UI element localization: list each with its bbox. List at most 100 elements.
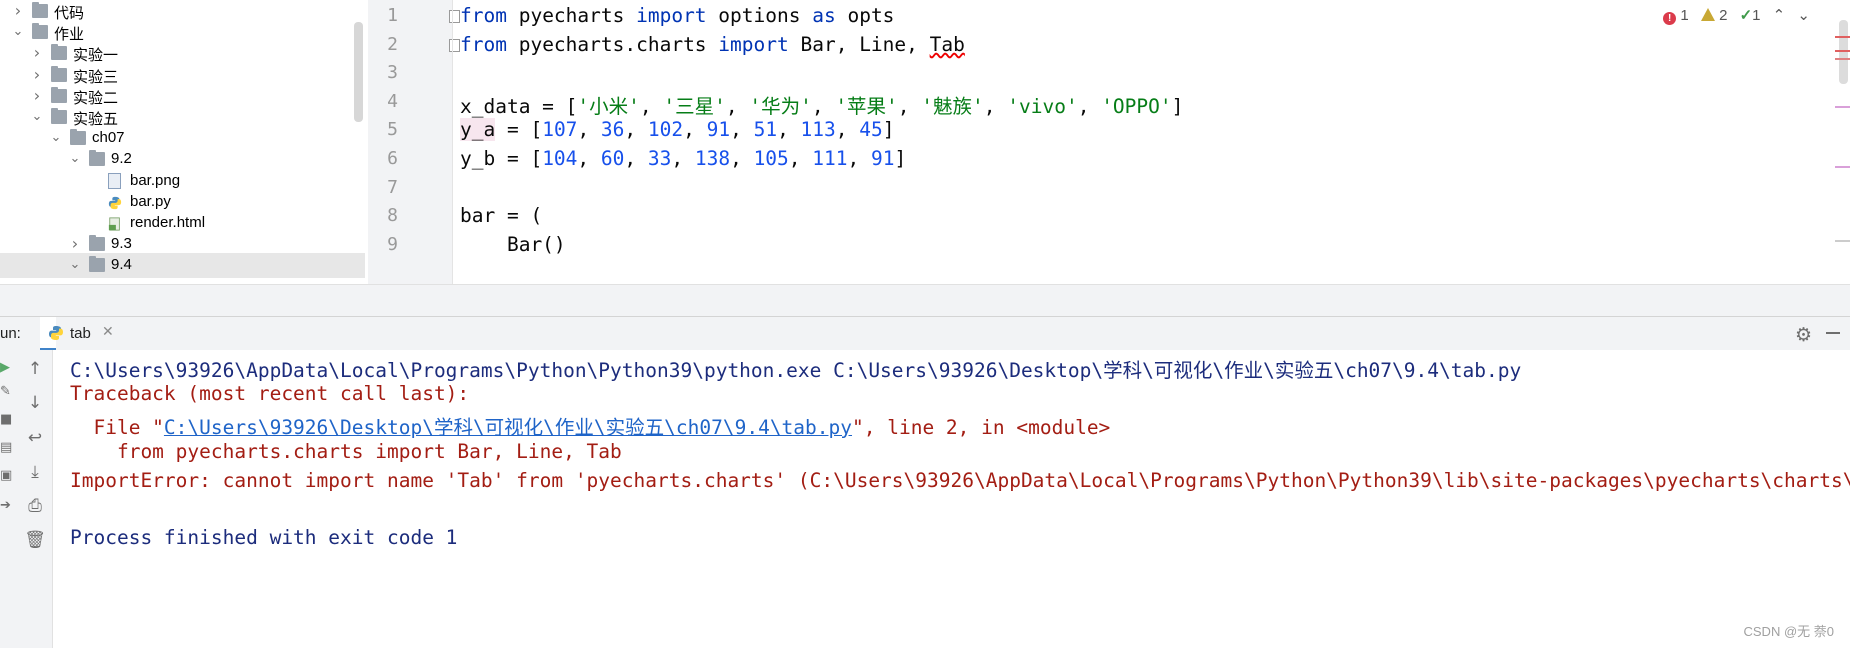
- error-count: 1: [1680, 7, 1689, 24]
- folder-icon: [51, 65, 67, 82]
- console-text: ", line 2, in <module>: [852, 416, 1111, 439]
- error-stripe[interactable]: [1835, 50, 1850, 52]
- tree-item-label: 9.2: [111, 150, 132, 168]
- chevron-right-icon[interactable]: ›: [69, 236, 81, 252]
- folder-icon: [32, 2, 48, 18]
- arrow-up-icon[interactable]: ↑: [24, 358, 46, 380]
- inspection-widget[interactable]: ! 1 2 ✓1 ⌃ ⌄: [1655, 6, 1810, 25]
- trash-icon[interactable]: 🗑: [24, 529, 46, 551]
- chevron-down-icon[interactable]: ⌄: [1797, 6, 1810, 24]
- tree-item[interactable]: ⌄ 9.4: [0, 253, 365, 279]
- string-token: 'vivo': [1007, 95, 1078, 118]
- code-token: y_b = [: [460, 147, 543, 170]
- tree-item-label: 9.4: [111, 256, 132, 274]
- editor-scrollbar[interactable]: [1839, 20, 1848, 84]
- usage-stripe[interactable]: [1835, 166, 1850, 168]
- folder-icon: [51, 86, 67, 103]
- usage-stripe[interactable]: [1835, 240, 1850, 242]
- panel-splitter[interactable]: [0, 284, 1850, 317]
- ok-count: 1: [1752, 7, 1761, 24]
- chevron-right-icon[interactable]: ›: [31, 87, 43, 103]
- chevron-down-icon[interactable]: ⌄: [50, 131, 62, 144]
- code-token: pyecharts: [506, 4, 637, 27]
- code-token: = [: [495, 118, 543, 141]
- error-icon: !: [1663, 12, 1677, 25]
- chevron-down-icon[interactable]: ⌄: [69, 258, 81, 271]
- rerun-icon[interactable]: ▶: [0, 360, 10, 378]
- number-token: 104: [542, 147, 578, 170]
- chevron-down-icon[interactable]: ⌄: [69, 152, 81, 165]
- folder-icon: [89, 235, 105, 252]
- pin-icon[interactable]: ▣: [0, 468, 12, 486]
- chevron-right-icon[interactable]: ›: [31, 66, 43, 82]
- code-token: ,: [639, 95, 664, 118]
- number-token: 113: [800, 118, 836, 141]
- number-token: 111: [812, 147, 848, 170]
- code-token: ]: [1171, 95, 1184, 118]
- code-token: from: [460, 33, 507, 56]
- tree-item-label: ch07: [92, 129, 125, 147]
- code-token: ,: [624, 118, 648, 141]
- code-token: ]: [894, 147, 907, 170]
- console-text: File ": [70, 416, 164, 439]
- print-icon[interactable]: ⎙: [24, 495, 46, 517]
- console-file-link[interactable]: C:\Users\93926\Desktop\学科\可视化\作业\实验五\ch0…: [164, 416, 852, 439]
- run-tab-tab[interactable]: tab ✕: [40, 317, 114, 351]
- code-token: ,: [725, 95, 750, 118]
- tree-scrollbar[interactable]: [354, 22, 363, 122]
- line-number: 9: [387, 234, 398, 255]
- chevron-up-icon[interactable]: ⌃: [1773, 6, 1786, 24]
- number-token: 102: [647, 118, 684, 141]
- code-token: Bar(): [460, 233, 566, 256]
- exit-icon[interactable]: ➔: [0, 498, 11, 516]
- arrow-down-icon[interactable]: ↓: [24, 392, 46, 414]
- code-token: options: [706, 4, 813, 27]
- code-token: import: [636, 4, 707, 27]
- chevron-down-icon[interactable]: ⌄: [12, 25, 24, 38]
- layout-icon[interactable]: ▤: [0, 440, 12, 458]
- soft-wrap-icon[interactable]: ↩: [24, 427, 46, 449]
- gear-icon[interactable]: ⚙: [1795, 324, 1812, 346]
- minimize-icon[interactable]: [1826, 332, 1840, 334]
- error-stripe[interactable]: [1835, 58, 1850, 60]
- stop-icon[interactable]: ■: [0, 412, 12, 430]
- warning-count: 2: [1719, 7, 1728, 24]
- number-token: 60: [600, 147, 625, 170]
- string-token: '三星': [663, 95, 726, 118]
- edit-config-icon[interactable]: ✎: [0, 384, 11, 402]
- code-token: ]: [882, 118, 895, 141]
- code-token: import: [718, 33, 789, 56]
- code-line-2: from pyecharts.charts import Bar, Line, …: [460, 33, 965, 56]
- unresolved-import-token[interactable]: Tab: [930, 33, 965, 56]
- scroll-to-end-icon[interactable]: ⤓: [24, 461, 46, 483]
- code-token: ,: [777, 118, 801, 141]
- code-token: ,: [577, 147, 601, 170]
- code-token: ,: [897, 95, 922, 118]
- code-token: ,: [847, 147, 871, 170]
- string-token: 'OPPO': [1101, 95, 1172, 118]
- chevron-down-icon[interactable]: ⌄: [31, 110, 43, 123]
- image-file-icon: [108, 172, 121, 189]
- chevron-right-icon[interactable]: ›: [12, 3, 24, 19]
- code-token: x_data = [: [460, 95, 578, 118]
- close-icon[interactable]: ✕: [102, 324, 114, 340]
- tree-item-label: 9.3: [111, 235, 132, 253]
- code-token: ,: [730, 118, 754, 141]
- check-icon: ✓: [1739, 7, 1753, 24]
- code-token: pyecharts.charts: [506, 33, 719, 56]
- usage-stripe[interactable]: [1835, 106, 1850, 108]
- console-output[interactable]: C:\Users\93926\AppData\Local\Programs\Py…: [53, 350, 1850, 648]
- folder-icon: [89, 256, 105, 273]
- watermark: CSDN @无 萘0: [1743, 624, 1835, 639]
- folder-icon: [51, 44, 67, 61]
- code-editor[interactable]: 1 2 3 4 5 6 7 8 9 from pyecharts import …: [368, 0, 1850, 284]
- fold-marker-icon[interactable]: [449, 39, 460, 52]
- console-file-line: File "C:\Users\93926\Desktop\学科\可视化\作业\实…: [70, 411, 1110, 440]
- fold-marker-icon[interactable]: [449, 10, 460, 23]
- code-token: as: [812, 4, 836, 27]
- error-stripe[interactable]: [1835, 36, 1850, 38]
- number-token: 51: [753, 118, 778, 141]
- line-number: 7: [387, 177, 398, 198]
- chevron-right-icon[interactable]: ›: [31, 45, 43, 61]
- line-number: 8: [387, 205, 398, 226]
